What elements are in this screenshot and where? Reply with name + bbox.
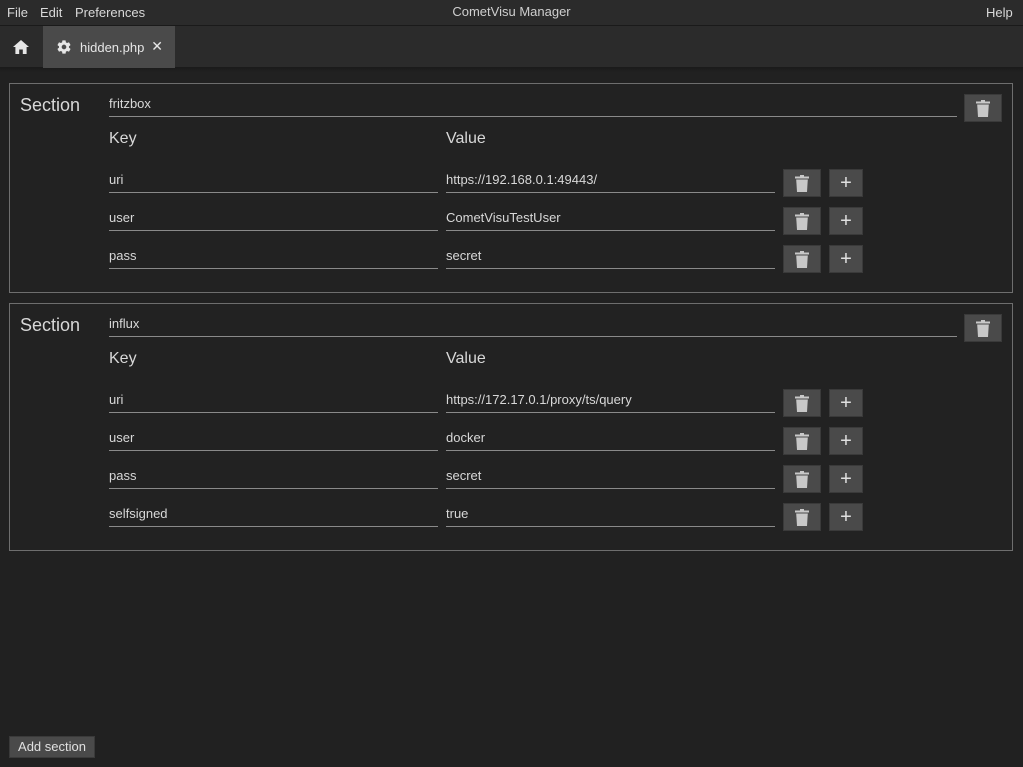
key-input[interactable]: pass	[109, 467, 438, 489]
add-entry-button[interactable]: +	[829, 169, 863, 197]
trash-icon	[795, 174, 809, 192]
section-label: Section	[20, 315, 81, 335]
section-name-input[interactable]: influx	[109, 316, 957, 337]
tab-hidden-php[interactable]: hidden.php ✕	[43, 26, 175, 68]
add-entry-button[interactable]: +	[829, 207, 863, 235]
menu-preferences[interactable]: Preferences	[75, 5, 145, 20]
trash-icon	[795, 212, 809, 230]
key-input[interactable]: user	[109, 209, 438, 231]
delete-entry-button[interactable]	[783, 465, 821, 493]
entry-row: selfsigned true +	[10, 503, 1012, 543]
tab-bar: hidden.php ✕	[0, 26, 1023, 68]
delete-section-button[interactable]	[964, 94, 1002, 122]
app-title: CometVisu Manager	[452, 4, 571, 19]
delete-entry-button[interactable]	[783, 427, 821, 455]
key-column-header: Key	[109, 130, 137, 147]
trash-icon	[795, 432, 809, 450]
menu-help[interactable]: Help	[986, 5, 1013, 20]
value-input[interactable]: https://192.168.0.1:49443/	[446, 171, 775, 193]
entry-row: uri https://192.168.0.1:49443/ +	[10, 169, 1012, 209]
add-entry-button[interactable]: +	[829, 245, 863, 273]
delete-section-button[interactable]	[964, 314, 1002, 342]
trash-icon	[795, 394, 809, 412]
value-input[interactable]: https://172.17.0.1/proxy/ts/query	[446, 391, 775, 413]
value-column-header: Value	[446, 350, 486, 367]
key-input[interactable]: pass	[109, 247, 438, 269]
delete-entry-button[interactable]	[783, 245, 821, 273]
home-icon	[13, 40, 29, 54]
add-section-button[interactable]: Add section	[9, 736, 95, 758]
entry-row: pass secret +	[10, 465, 1012, 505]
delete-entry-button[interactable]	[783, 207, 821, 235]
tab-bar-divider	[0, 68, 1023, 72]
key-input[interactable]: uri	[109, 171, 438, 193]
menu-bar: File Edit Preferences CometVisu Manager …	[0, 0, 1023, 26]
delete-entry-button[interactable]	[783, 169, 821, 197]
trash-icon	[976, 319, 990, 337]
trash-icon	[795, 508, 809, 526]
section-fritzbox: Section fritzbox Key Value uri https://1…	[9, 83, 1013, 293]
menu-edit[interactable]: Edit	[40, 5, 62, 20]
key-input[interactable]: uri	[109, 391, 438, 413]
entry-row: uri https://172.17.0.1/proxy/ts/query +	[10, 389, 1012, 429]
value-input[interactable]: secret	[446, 467, 775, 489]
value-input[interactable]: CometVisuTestUser	[446, 209, 775, 231]
add-entry-button[interactable]: +	[829, 503, 863, 531]
entry-row: user CometVisuTestUser +	[10, 207, 1012, 247]
add-entry-button[interactable]: +	[829, 465, 863, 493]
section-influx: Section influx Key Value uri https://172…	[9, 303, 1013, 551]
add-entry-button[interactable]: +	[829, 427, 863, 455]
menu-file[interactable]: File	[7, 5, 28, 20]
section-label: Section	[20, 95, 81, 115]
value-input[interactable]: docker	[446, 429, 775, 451]
delete-entry-button[interactable]	[783, 389, 821, 417]
tab-label: hidden.php	[80, 39, 145, 55]
key-column-header: Key	[109, 350, 137, 367]
add-entry-button[interactable]: +	[829, 389, 863, 417]
value-input[interactable]: secret	[446, 247, 775, 269]
value-input[interactable]: true	[446, 505, 775, 527]
delete-entry-button[interactable]	[783, 503, 821, 531]
value-column-header: Value	[446, 130, 486, 147]
trash-icon	[795, 250, 809, 268]
close-icon[interactable]: ✕	[151, 38, 163, 54]
key-input[interactable]: selfsigned	[109, 505, 438, 527]
trash-icon	[795, 470, 809, 488]
key-input[interactable]: user	[109, 429, 438, 451]
section-name-input[interactable]: fritzbox	[109, 96, 957, 117]
trash-icon	[976, 99, 990, 117]
tab-home[interactable]	[0, 26, 42, 68]
entry-row: user docker +	[10, 427, 1012, 467]
gear-icon	[57, 40, 71, 54]
entry-row: pass secret +	[10, 245, 1012, 285]
